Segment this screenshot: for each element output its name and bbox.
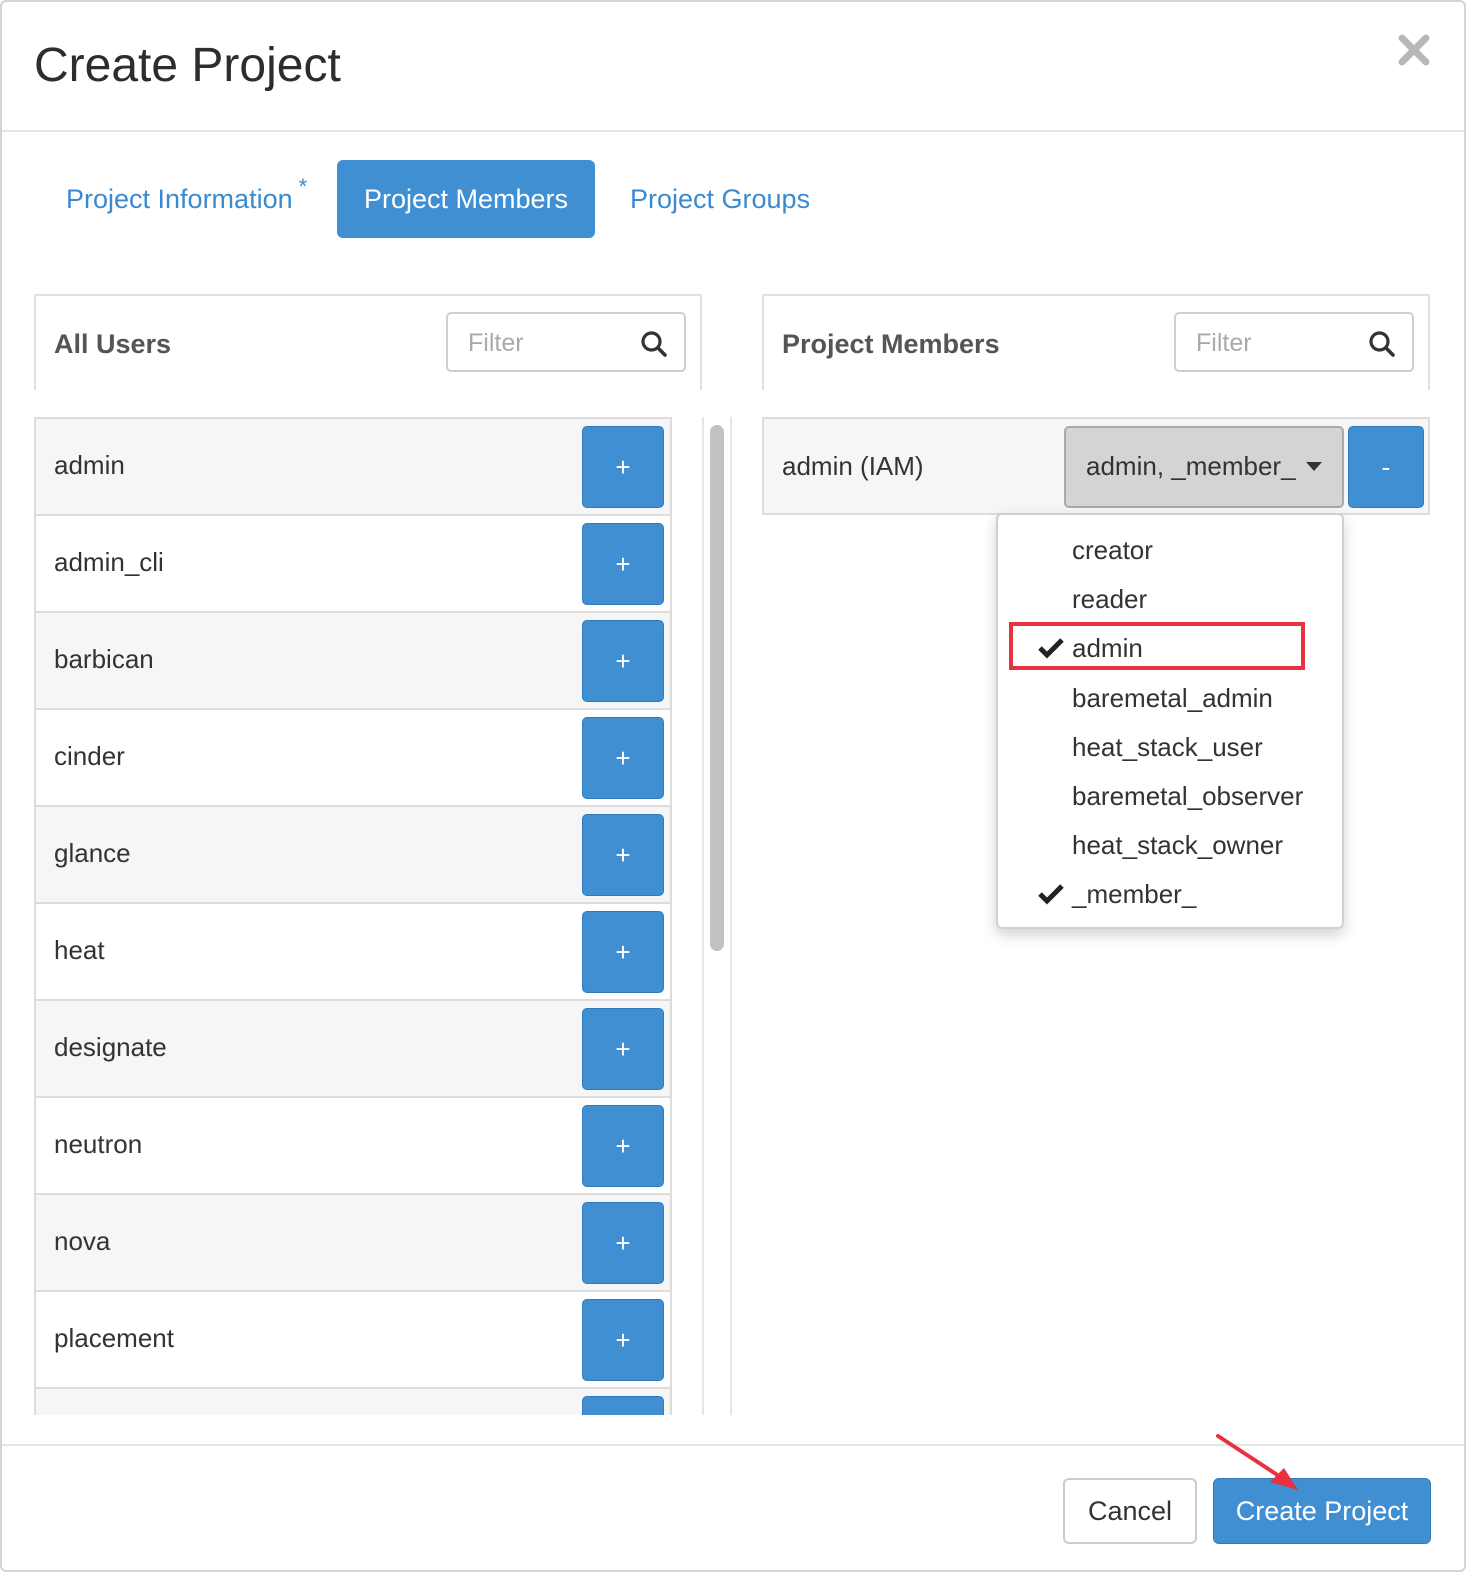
role-label: heat_stack_user bbox=[1072, 732, 1263, 762]
tab-project-members[interactable]: Project Members bbox=[337, 160, 595, 238]
user-row: designate + bbox=[34, 999, 672, 1096]
add-user-button[interactable]: + bbox=[582, 814, 664, 896]
user-row: nova + bbox=[34, 1193, 672, 1290]
modal-footer: Cancel Create Project bbox=[2, 1444, 1464, 1570]
tab-label: Project Information bbox=[66, 184, 293, 214]
role-label: creator bbox=[1072, 535, 1153, 565]
user-row: barbican + bbox=[34, 611, 672, 708]
add-user-button[interactable]: + bbox=[582, 620, 664, 702]
cancel-button[interactable]: Cancel bbox=[1063, 1478, 1197, 1544]
add-user-button[interactable]: + bbox=[582, 1299, 664, 1381]
role-label: admin bbox=[1072, 633, 1143, 663]
wizard-tabs: Project Information * Project Members Pro… bbox=[2, 160, 1464, 240]
role-label: _member_ bbox=[1072, 879, 1197, 909]
user-name: cinder bbox=[54, 741, 125, 771]
user-name: nova bbox=[54, 1226, 111, 1256]
remove-member-button[interactable]: - bbox=[1348, 426, 1424, 508]
roles-dropdown-menu: creator reader admin baremetal_admin hea… bbox=[996, 513, 1344, 929]
role-label: reader bbox=[1072, 584, 1148, 614]
user-row: neutron + bbox=[34, 1096, 672, 1193]
role-option-baremetal-observer[interactable]: baremetal_observer bbox=[998, 771, 1342, 820]
role-option-member[interactable]: _member_ bbox=[998, 869, 1342, 918]
tab-project-groups[interactable]: Project Groups bbox=[598, 160, 842, 238]
search-icon[interactable] bbox=[640, 330, 668, 358]
add-user-button[interactable]: + bbox=[582, 1008, 664, 1090]
add-user-button[interactable]: + bbox=[582, 426, 664, 508]
project-members-filter bbox=[1174, 312, 1414, 372]
all-users-filter bbox=[446, 312, 686, 372]
role-option-heat-stack-owner[interactable]: heat_stack_owner bbox=[998, 820, 1342, 869]
add-user-button[interactable]: + bbox=[582, 1202, 664, 1284]
all-users-list: admin + admin_cli + barbican + cinder + … bbox=[34, 417, 672, 1415]
add-user-button[interactable]: + bbox=[582, 1105, 664, 1187]
user-row: admin + bbox=[34, 417, 672, 514]
add-user-button[interactable]: + bbox=[582, 911, 664, 993]
member-row: admin (IAM) admin, _member_ - bbox=[762, 417, 1430, 515]
check-icon bbox=[1038, 638, 1064, 659]
tab-project-information[interactable]: Project Information * bbox=[34, 160, 339, 238]
project-members-title: Project Members bbox=[782, 329, 1000, 359]
users-scrollbar[interactable] bbox=[702, 417, 732, 1415]
user-row: placement + bbox=[34, 1290, 672, 1387]
role-label: heat_stack_owner bbox=[1072, 830, 1284, 860]
close-icon[interactable] bbox=[1394, 30, 1434, 70]
add-user-button[interactable]: + bbox=[582, 523, 664, 605]
user-name: admin bbox=[54, 450, 125, 480]
user-row: glance + bbox=[34, 805, 672, 902]
required-marker: * bbox=[298, 174, 308, 199]
user-name: heat bbox=[54, 935, 105, 965]
role-label: baremetal_observer bbox=[1072, 781, 1304, 811]
scrollbar-thumb[interactable] bbox=[710, 425, 724, 951]
roles-dropdown-button[interactable]: admin, _member_ bbox=[1064, 426, 1344, 508]
roles-label: admin, _member_ bbox=[1086, 451, 1296, 481]
create-project-modal: Create Project Project Information * Proj… bbox=[0, 0, 1466, 1572]
user-name: neutron bbox=[54, 1129, 143, 1159]
role-option-reader[interactable]: reader bbox=[998, 574, 1342, 623]
search-icon[interactable] bbox=[1368, 330, 1396, 358]
add-user-button[interactable] bbox=[582, 1396, 664, 1415]
user-name: barbican bbox=[54, 644, 154, 674]
user-row: heat + bbox=[34, 902, 672, 999]
caret-down-icon bbox=[1306, 462, 1322, 471]
project-members-header: Project Members bbox=[762, 294, 1430, 390]
user-name: admin_cli bbox=[54, 547, 164, 577]
add-user-button[interactable]: + bbox=[582, 717, 664, 799]
all-users-filter-input[interactable] bbox=[468, 326, 628, 360]
user-row: cinder + bbox=[34, 708, 672, 805]
role-option-creator[interactable]: creator bbox=[998, 525, 1342, 574]
all-users-header: All Users bbox=[34, 294, 702, 390]
check-icon bbox=[1038, 884, 1064, 905]
modal-header: Create Project bbox=[2, 2, 1464, 132]
modal-title: Create Project bbox=[34, 39, 341, 92]
user-name: designate bbox=[54, 1032, 167, 1062]
member-name: admin (IAM) bbox=[782, 451, 924, 481]
create-project-button[interactable]: Create Project bbox=[1213, 1478, 1431, 1544]
role-option-heat-stack-user[interactable]: heat_stack_user bbox=[998, 722, 1342, 771]
all-users-title: All Users bbox=[54, 329, 172, 359]
project-members-filter-input[interactable] bbox=[1196, 326, 1356, 360]
user-row: admin_cli + bbox=[34, 514, 672, 611]
role-option-admin[interactable]: admin bbox=[998, 623, 1342, 672]
role-option-baremetal-admin[interactable]: baremetal_admin bbox=[998, 673, 1342, 722]
user-row bbox=[34, 1387, 672, 1415]
role-label: baremetal_admin bbox=[1072, 683, 1273, 713]
user-name: placement bbox=[54, 1323, 174, 1353]
user-name: glance bbox=[54, 838, 131, 868]
